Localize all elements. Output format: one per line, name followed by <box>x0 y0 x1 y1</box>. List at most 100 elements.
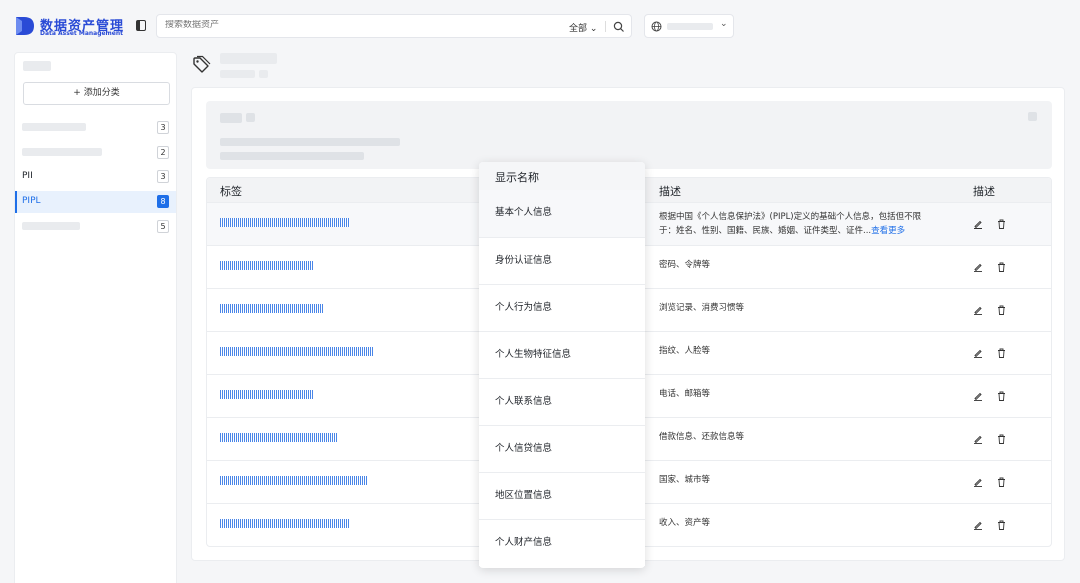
display-name-label: 个人行为信息 <box>495 302 553 313</box>
delete-icon[interactable] <box>997 520 1006 530</box>
category-count: 3 <box>157 121 169 134</box>
overlay-title: 显示名称 <box>495 171 539 184</box>
display-name-label: 个人财产信息 <box>495 537 553 548</box>
top-bar: 数据资产管理 Data Asset Management 全部 ⌄ ⌄ <box>0 0 1080 52</box>
sidebar-item[interactable]: 3 <box>15 117 176 139</box>
display-name-label: 身份认证信息 <box>495 255 553 266</box>
workspace-name-placeholder <box>667 23 713 30</box>
display-name-item[interactable]: 个人联系信息 <box>479 378 645 425</box>
delete-icon[interactable] <box>997 219 1006 229</box>
add-category-button[interactable]: + 添加分类 <box>23 82 170 105</box>
sidebar-item[interactable]: 2 <box>15 142 176 164</box>
page-title-placeholder <box>220 53 277 64</box>
delete-icon[interactable] <box>997 477 1006 487</box>
delete-icon[interactable] <box>997 305 1006 315</box>
display-name-label: 个人联系信息 <box>495 396 553 407</box>
tag-name-placeholder[interactable] <box>220 433 338 442</box>
app-logo-icon <box>16 17 34 35</box>
search-scope-label: 全部 <box>569 24 588 34</box>
search-icon[interactable] <box>613 21 625 33</box>
category-name-placeholder <box>22 148 102 156</box>
row-description: 收入、资产等 <box>659 518 711 528</box>
chevron-down-icon: ⌄ <box>720 19 728 29</box>
display-name-item[interactable]: 个人生物特征信息 <box>479 331 645 378</box>
column-header-tag: 标签 <box>220 185 242 198</box>
column-header-actions: 描述 <box>973 185 995 198</box>
edit-icon[interactable] <box>973 305 983 315</box>
chevron-down-icon: ⌄ <box>589 24 598 34</box>
edit-icon[interactable] <box>973 262 983 272</box>
category-label: PIPL <box>22 196 41 206</box>
copy-icon[interactable] <box>259 70 268 78</box>
category-count: 2 <box>157 146 169 159</box>
category-name-placeholder <box>22 123 86 131</box>
row-description: 国家、城市等 <box>659 475 711 485</box>
display-name-label: 个人信贷信息 <box>495 443 553 454</box>
display-name-label: 个人生物特征信息 <box>495 349 572 360</box>
globe-icon <box>651 21 662 32</box>
category-name-placeholder <box>22 222 80 230</box>
tag-name-placeholder[interactable] <box>220 218 350 227</box>
category-sidebar: + 添加分类 3 2 PII 3 PIPL 8 5 <box>14 52 177 583</box>
delete-icon[interactable] <box>997 434 1006 444</box>
info-line-placeholder <box>220 138 400 146</box>
category-count: 5 <box>157 220 169 233</box>
sidebar-toggle-icon[interactable] <box>136 20 146 31</box>
delete-icon[interactable] <box>997 348 1006 358</box>
tag-name-placeholder[interactable] <box>220 519 350 528</box>
display-name-item[interactable]: 个人财产信息 <box>479 519 645 566</box>
edit-icon[interactable] <box>973 219 983 229</box>
row-description: 根据中国《个人信息保护法》(PIPL)定义的基础个人信息，包括但不限 于：姓名、… <box>659 210 921 238</box>
search-scope-select[interactable]: 全部 ⌄ <box>569 21 597 34</box>
display-name-column-overlay: 显示名称 基本个人信息 身份认证信息 个人行为信息 个人生物特征信息 个人联系信… <box>479 162 645 568</box>
page-subtitle-placeholder <box>220 70 255 78</box>
row-description: 浏览记录、消费习惯等 <box>659 303 745 313</box>
display-name-item[interactable]: 地区位置信息 <box>479 472 645 519</box>
row-description: 借款信息、还款信息等 <box>659 432 745 442</box>
search-bar: 全部 ⌄ <box>156 14 632 38</box>
divider <box>605 21 606 32</box>
view-more-link[interactable]: 查看更多 <box>871 226 905 236</box>
edit-icon[interactable] <box>973 348 983 358</box>
category-count: 8 <box>157 195 169 208</box>
delete-icon[interactable] <box>997 391 1006 401</box>
info-action-icon[interactable] <box>1028 112 1037 121</box>
edit-icon[interactable] <box>973 477 983 487</box>
edit-icon[interactable] <box>973 434 983 444</box>
desc-line: 根据中国《个人信息保护法》(PIPL)定义的基础个人信息，包括但不限 <box>659 212 922 222</box>
workspace-select[interactable]: ⌄ <box>644 14 734 38</box>
display-name-item[interactable]: 基本个人信息 <box>479 190 645 237</box>
tag-name-placeholder[interactable] <box>220 390 314 399</box>
tag-name-placeholder[interactable] <box>220 476 367 485</box>
sidebar-item[interactable]: 5 <box>15 216 176 238</box>
app-subtitle: Data Asset Management <box>40 30 124 37</box>
edit-icon[interactable] <box>973 391 983 401</box>
search-input[interactable] <box>165 20 545 30</box>
display-name-label: 地区位置信息 <box>495 490 553 501</box>
overlay-header: 显示名称 <box>479 162 645 190</box>
category-info-card <box>206 101 1052 169</box>
column-header-desc: 描述 <box>659 185 681 198</box>
display-name-item[interactable]: 身份认证信息 <box>479 237 645 284</box>
sidebar-title-placeholder <box>23 61 51 71</box>
display-name-item[interactable]: 个人信贷信息 <box>479 425 645 472</box>
tag-name-placeholder[interactable] <box>220 347 373 356</box>
tag-icon <box>193 55 211 73</box>
sidebar-item-pii[interactable]: PII 3 <box>15 166 176 188</box>
display-name-item[interactable]: 个人行为信息 <box>479 284 645 331</box>
sidebar-item-pipl[interactable]: PIPL 8 <box>15 191 176 213</box>
row-description: 指纹、人脸等 <box>659 346 711 356</box>
desc-line-2: 于：姓名、性别、国籍、民族、婚姻、证件类型、证件...查看更多 <box>659 224 921 238</box>
row-description: 电话、邮箱等 <box>659 389 711 399</box>
display-name-label: 基本个人信息 <box>495 207 553 218</box>
tag-name-placeholder[interactable] <box>220 261 314 270</box>
info-edit-icon[interactable] <box>246 113 255 122</box>
edit-icon[interactable] <box>973 520 983 530</box>
tag-name-placeholder[interactable] <box>220 304 323 313</box>
desc-line: 于：姓名、性别、国籍、民族、婚姻、证件类型、证件... <box>659 226 872 236</box>
category-label: PII <box>22 171 33 181</box>
info-line-placeholder <box>220 152 364 160</box>
info-title-placeholder <box>220 113 242 123</box>
category-count: 3 <box>157 170 169 183</box>
delete-icon[interactable] <box>997 262 1006 272</box>
